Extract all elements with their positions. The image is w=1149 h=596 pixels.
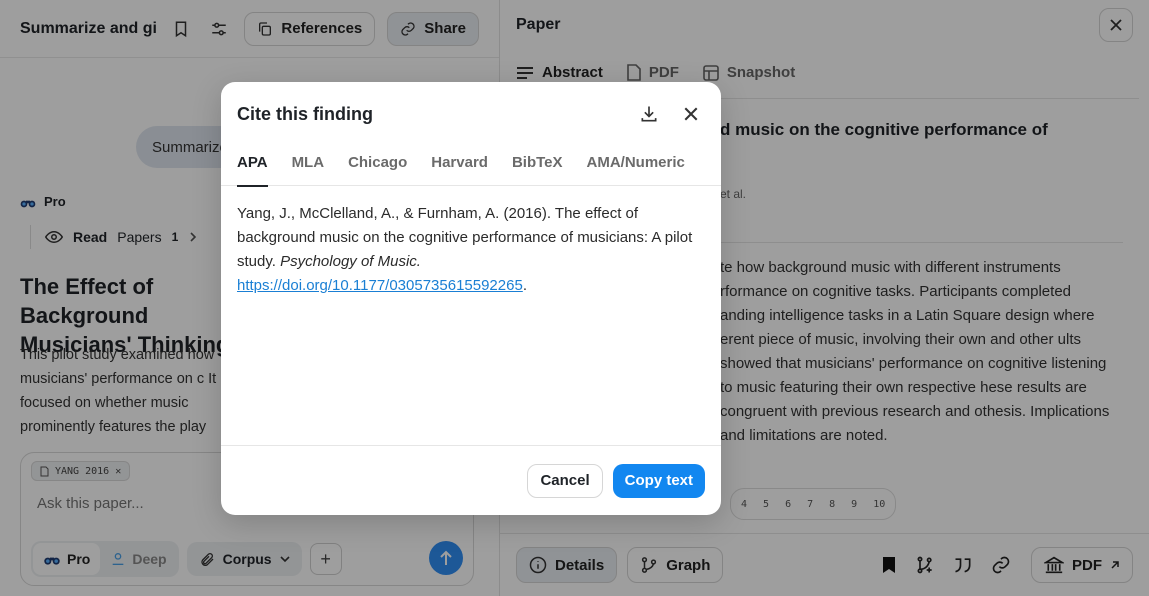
cancel-button[interactable]: Cancel [527, 463, 603, 498]
tab-bibtex[interactable]: BibTeX [512, 146, 563, 186]
close-icon[interactable] [677, 100, 705, 128]
tab-apa[interactable]: APA [237, 146, 268, 187]
citation-text: Yang, J., McClelland, A., & Furnham, A. … [221, 186, 721, 298]
cite-dialog-header: Cite this finding [221, 82, 721, 146]
cite-dialog-actions [635, 100, 705, 128]
citation-doi-link[interactable]: https://doi.org/10.1177/0305735615592265 [237, 277, 523, 294]
citation-style-tabs: APA MLA Chicago Harvard BibTeX AMA/Numer… [221, 146, 721, 187]
download-icon[interactable] [635, 100, 663, 128]
citation-end: . [522, 277, 527, 294]
tab-chicago[interactable]: Chicago [348, 146, 407, 186]
copy-text-button[interactable]: Copy text [612, 463, 705, 498]
tab-harvard[interactable]: Harvard [431, 146, 488, 186]
cite-dialog: Cite this finding APA MLA Chicago Harvar… [221, 82, 721, 515]
cite-dialog-footer: Cancel Copy text [221, 445, 721, 515]
citation-journal: Psychology of Music. [280, 253, 421, 270]
tab-ama-numeric[interactable]: AMA/Numeric [587, 146, 685, 186]
tab-mla[interactable]: MLA [292, 146, 325, 186]
cite-dialog-title: Cite this finding [237, 103, 373, 124]
